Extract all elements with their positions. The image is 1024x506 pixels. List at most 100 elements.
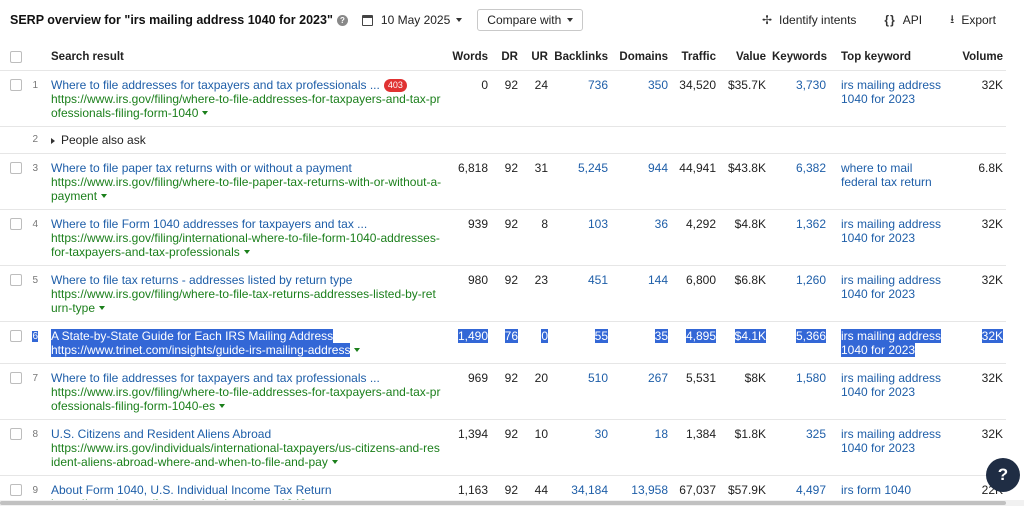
row-checkbox[interactable] xyxy=(10,329,22,342)
result-cell: U.S. Citizens and Resident Aliens Abroad… xyxy=(48,418,445,475)
result-url-link[interactable]: https://www.irs.gov/filing/where-to-file… xyxy=(51,385,440,413)
top-keyword-link[interactable]: irs mailing address 1040 for 2023 xyxy=(841,371,941,399)
table-row[interactable]: 7 Where to file addresses for taxpayers a… xyxy=(0,362,1006,419)
result-url-link[interactable]: https://www.irs.gov/filing/where-to-file… xyxy=(51,287,436,315)
top-keyword-link[interactable]: irs mailing address 1040 for 2023 xyxy=(841,217,941,245)
compare-with-button[interactable]: Compare with xyxy=(477,9,584,31)
table-row[interactable]: 6 A State-by-State Guide for Each IRS Mai… xyxy=(0,320,1006,363)
chevron-down-icon[interactable] xyxy=(243,250,250,255)
keywords-link[interactable]: 1,362 xyxy=(796,217,826,231)
scrollbar-thumb[interactable] xyxy=(0,501,1006,505)
help-chat-button[interactable]: ? xyxy=(986,458,1020,492)
domains-link[interactable]: 36 xyxy=(655,217,668,231)
result-url-link[interactable]: https://www.irs.gov/individuals/internat… xyxy=(51,441,440,469)
row-checkbox[interactable] xyxy=(10,427,22,440)
table-row[interactable]: 4 Where to file Form 1040 addresses for t… xyxy=(0,208,1006,265)
backlinks-link[interactable]: 736 xyxy=(588,78,608,92)
backlinks-link[interactable]: 30 xyxy=(595,427,608,441)
col-dr[interactable]: DR xyxy=(491,44,521,70)
traffic-value: 34,520 xyxy=(679,77,716,92)
col-traffic[interactable]: Traffic xyxy=(671,44,719,70)
top-keyword-link[interactable]: where to mail federal tax return xyxy=(841,161,932,189)
result-url-link[interactable]: https://www.trinet.com/insights/guide-ir… xyxy=(51,342,351,357)
domains-link[interactable]: 18 xyxy=(655,427,668,441)
result-title-link[interactable]: Where to file paper tax returns with or … xyxy=(51,161,352,175)
backlinks-link[interactable]: 510 xyxy=(588,371,608,385)
result-cell: Where to file addresses for taxpayers an… xyxy=(48,69,445,126)
keywords-link[interactable]: 3,730 xyxy=(796,78,826,92)
identify-intents-button[interactable]: ✢ Identify intents xyxy=(762,13,856,27)
export-button[interactable]: ⭳ Export xyxy=(950,10,996,31)
dr-value: 92 xyxy=(504,482,518,497)
result-title-link[interactable]: Where to file tax returns - addresses li… xyxy=(51,273,352,287)
keywords-link[interactable]: 6,382 xyxy=(796,161,826,175)
horizontal-scrollbar[interactable] xyxy=(0,500,1024,506)
col-ur[interactable]: UR xyxy=(521,44,551,70)
table-row[interactable]: 3 Where to file paper tax returns with or… xyxy=(0,152,1006,209)
result-title-link[interactable]: Where to file addresses for taxpayers an… xyxy=(51,78,380,92)
domains-link[interactable]: 350 xyxy=(648,78,668,92)
backlinks-link[interactable]: 103 xyxy=(588,217,608,231)
row-checkbox[interactable] xyxy=(10,217,22,230)
keywords-link[interactable]: 4,497 xyxy=(796,483,826,497)
result-cell: Where to file paper tax returns with or … xyxy=(48,152,445,209)
chevron-down-icon[interactable] xyxy=(99,306,106,311)
col-domains[interactable]: Domains xyxy=(611,44,671,70)
row-position: 1 xyxy=(32,79,38,91)
col-top-keyword[interactable]: Top keyword xyxy=(829,44,952,70)
domains-link[interactable]: 267 xyxy=(648,371,668,385)
row-position: 3 xyxy=(32,162,38,174)
result-title-link[interactable]: About Form 1040, U.S. Individual Income … xyxy=(51,483,332,497)
keywords-link[interactable]: 1,260 xyxy=(796,273,826,287)
top-keyword-link[interactable]: irs mailing address 1040 for 2023 xyxy=(841,78,941,106)
row-checkbox[interactable] xyxy=(10,483,22,496)
keywords-link[interactable]: 5,366 xyxy=(795,328,826,343)
domains-link[interactable]: 13,958 xyxy=(631,483,668,497)
col-keywords[interactable]: Keywords xyxy=(769,44,829,70)
result-url-link[interactable]: https://www.irs.gov/filing/where-to-file… xyxy=(51,92,440,120)
backlinks-link[interactable]: 34,184 xyxy=(571,483,608,497)
top-keyword-link[interactable]: irs mailing address 1040 for 2023 xyxy=(841,328,942,357)
top-keyword-link[interactable]: irs mailing address 1040 for 2023 xyxy=(841,427,941,455)
chevron-down-icon[interactable] xyxy=(202,111,209,116)
keywords-link[interactable]: 1,580 xyxy=(796,371,826,385)
backlinks-link[interactable]: 55 xyxy=(594,328,608,343)
col-backlinks[interactable]: Backlinks xyxy=(551,44,611,70)
backlinks-link[interactable]: 451 xyxy=(588,273,608,287)
chevron-down-icon[interactable] xyxy=(354,348,361,353)
table-row[interactable]: 1 Where to file addresses for taxpayers a… xyxy=(0,69,1006,126)
table-row[interactable]: 8 U.S. Citizens and Resident Aliens Abroa… xyxy=(0,418,1006,475)
keywords-link[interactable]: 325 xyxy=(806,427,826,441)
select-all-checkbox[interactable] xyxy=(10,51,22,64)
result-title-link[interactable]: U.S. Citizens and Resident Aliens Abroad xyxy=(51,427,271,441)
table-row[interactable]: 5 Where to file tax returns - addresses l… xyxy=(0,264,1006,321)
result-title-link[interactable]: A State-by-State Guide for Each IRS Mail… xyxy=(51,328,334,343)
col-value[interactable]: Value xyxy=(719,44,769,70)
chevron-down-icon[interactable] xyxy=(219,404,226,409)
result-url-link[interactable]: https://www.irs.gov/filing/where-to-file… xyxy=(51,175,441,203)
api-button[interactable]: {} API xyxy=(884,13,922,27)
col-volume[interactable]: Volume xyxy=(952,44,1006,70)
top-keyword-link[interactable]: irs form 1040 xyxy=(841,483,911,497)
domains-link[interactable]: 144 xyxy=(648,273,668,287)
date-selector[interactable]: 10 May 2025 xyxy=(361,13,463,27)
chevron-down-icon[interactable] xyxy=(331,460,338,465)
words-value: 980 xyxy=(467,272,488,287)
result-title-link[interactable]: Where to file addresses for taxpayers an… xyxy=(51,371,380,385)
row-checkbox[interactable] xyxy=(10,78,22,91)
domains-link[interactable]: 944 xyxy=(648,161,668,175)
backlinks-link[interactable]: 5,245 xyxy=(578,161,608,175)
row-checkbox[interactable] xyxy=(10,161,22,174)
table-row[interactable]: 2 People also ask xyxy=(0,125,1006,153)
row-checkbox[interactable] xyxy=(10,371,22,384)
col-words[interactable]: Words xyxy=(445,44,491,70)
help-icon[interactable]: ? xyxy=(336,14,348,26)
domains-link[interactable]: 35 xyxy=(654,328,668,343)
people-also-ask[interactable]: People also ask xyxy=(48,125,1006,153)
result-title-link[interactable]: Where to file Form 1040 addresses for ta… xyxy=(51,217,367,231)
volume-value: 32K xyxy=(981,77,1003,92)
chevron-down-icon[interactable] xyxy=(101,194,108,199)
col-search-result[interactable]: Search result xyxy=(48,44,445,70)
top-keyword-link[interactable]: irs mailing address 1040 for 2023 xyxy=(841,273,941,301)
row-checkbox[interactable] xyxy=(10,273,22,286)
